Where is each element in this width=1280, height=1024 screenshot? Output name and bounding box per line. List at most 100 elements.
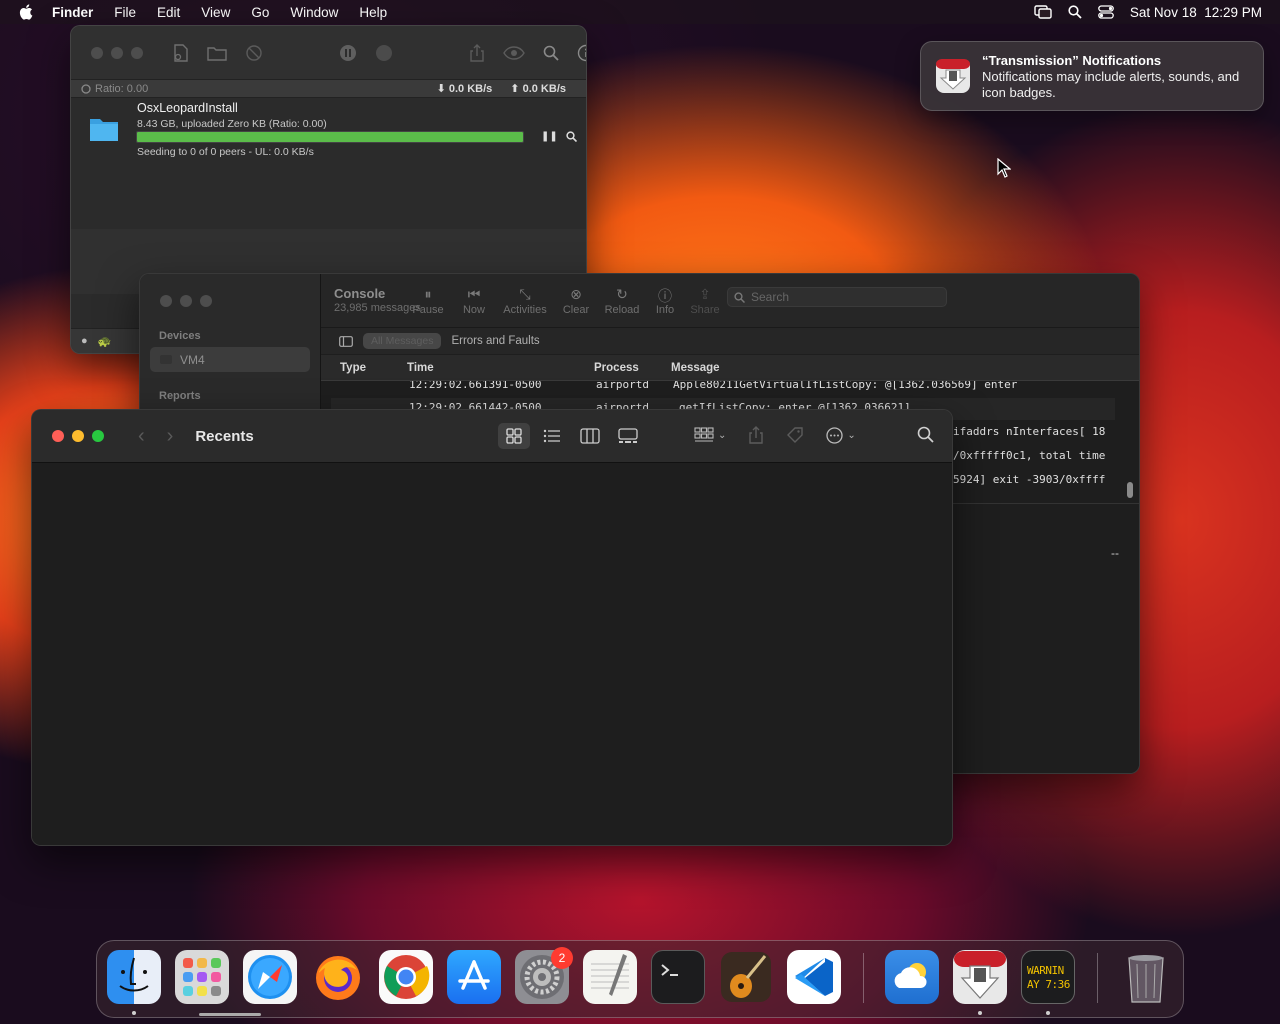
sidebar-item-vm4[interactable]: VM4 bbox=[150, 347, 310, 372]
zoom-button[interactable] bbox=[200, 295, 212, 307]
sidebar-toggle-icon[interactable] bbox=[339, 335, 353, 347]
resume-all-icon[interactable] bbox=[375, 44, 393, 62]
dock-visual-studio-code[interactable] bbox=[787, 950, 841, 1004]
menu-app-name[interactable]: Finder bbox=[52, 5, 93, 20]
dock-console[interactable]: WARNIN AY 7:36 bbox=[1021, 950, 1075, 1004]
activities-button[interactable]: ⤡ Activities bbox=[497, 286, 553, 316]
log-row-message[interactable]: ifaddrs nInterfaces[ 18 bbox=[953, 425, 1105, 438]
minimize-button[interactable] bbox=[111, 46, 123, 59]
gallery-view-button[interactable] bbox=[612, 423, 644, 449]
turtle-speed-limit-icon[interactable]: 🐢 bbox=[98, 335, 112, 348]
menu-help[interactable]: Help bbox=[359, 5, 387, 20]
share-icon[interactable] bbox=[748, 426, 764, 444]
log-scrollbar[interactable] bbox=[1127, 482, 1133, 498]
zoom-button[interactable] bbox=[92, 430, 104, 442]
zoom-button[interactable] bbox=[131, 46, 143, 59]
open-torrent-file-icon[interactable] bbox=[173, 43, 189, 62]
clear-label: Clear bbox=[562, 304, 590, 316]
torrent-status: Seeding to 0 of 0 peers - UL: 0.0 KB/s bbox=[137, 146, 314, 158]
dock-trash[interactable] bbox=[1119, 950, 1173, 1004]
info-icon[interactable] bbox=[577, 44, 587, 62]
console-search-field[interactable]: Search bbox=[727, 287, 947, 307]
menu-window[interactable]: Window bbox=[290, 5, 338, 20]
back-chevron-icon[interactable]: ‹ bbox=[138, 425, 145, 448]
notification-banner[interactable]: “Transmission” Notifications Notificatio… bbox=[920, 41, 1264, 111]
dock-transmission[interactable] bbox=[953, 950, 1007, 1004]
dock-weather[interactable] bbox=[885, 950, 939, 1004]
search-icon[interactable] bbox=[543, 45, 559, 61]
ratio-label[interactable]: Ratio: 0.00 bbox=[95, 83, 148, 95]
pause-button[interactable]: ⏸ Pause bbox=[405, 286, 451, 316]
group-by-button[interactable]: ⌄ bbox=[694, 426, 726, 444]
dock-launchpad[interactable] bbox=[175, 950, 229, 1004]
column-process[interactable]: Process bbox=[594, 362, 639, 374]
spotlight-search-icon[interactable] bbox=[1068, 5, 1082, 19]
menu-view[interactable]: View bbox=[201, 5, 230, 20]
dock-finder[interactable] bbox=[107, 950, 161, 1004]
column-view-button[interactable] bbox=[574, 423, 606, 449]
dock-garageband[interactable] bbox=[719, 950, 773, 1004]
clear-button[interactable]: ⊗ Clear bbox=[553, 286, 599, 316]
console-filter-bar: All Messages Errors and Faults bbox=[321, 327, 1139, 354]
guitar-icon bbox=[721, 952, 771, 1002]
finder-right-tools: ⌄ ⌄ bbox=[694, 426, 856, 444]
status-area: Sat Nov 18 12:29 PM bbox=[1034, 0, 1262, 24]
list-view-button[interactable] bbox=[536, 423, 568, 449]
dock-app-store[interactable] bbox=[447, 950, 501, 1004]
running-indicator bbox=[132, 1011, 136, 1015]
minimize-button[interactable] bbox=[180, 295, 192, 307]
filter-errors-and-faults[interactable]: Errors and Faults bbox=[451, 335, 539, 347]
log-row-message[interactable]: 5924] exit -3903/0xffff bbox=[953, 473, 1105, 486]
info-button[interactable]: ⓘ Info bbox=[645, 286, 685, 316]
remove-icon[interactable] bbox=[245, 44, 263, 62]
dock-firefox[interactable] bbox=[311, 950, 365, 1004]
column-type[interactable]: Type bbox=[340, 362, 366, 374]
menu-go[interactable]: Go bbox=[251, 5, 269, 20]
icon-view-button[interactable] bbox=[498, 423, 530, 449]
forward-chevron-icon[interactable]: › bbox=[167, 425, 174, 448]
dock-chrome[interactable] bbox=[379, 950, 433, 1004]
torrent-progress-fill bbox=[137, 132, 523, 142]
log-row-message[interactable]: /0xfffff0c1, total time bbox=[953, 449, 1105, 462]
reload-label: Reload bbox=[604, 304, 640, 316]
log-row-message[interactable]: Apple80211GetVirtualIfListCopy: @[1362.0… bbox=[673, 381, 1017, 391]
firefox-icon bbox=[316, 956, 360, 1000]
column-time[interactable]: Time bbox=[407, 362, 434, 374]
open-folder-icon[interactable] bbox=[207, 45, 227, 61]
menu-edit[interactable]: Edit bbox=[157, 5, 180, 20]
more-actions-button[interactable]: ⌄ bbox=[826, 426, 856, 444]
pause-all-icon[interactable] bbox=[339, 44, 357, 62]
column-message[interactable]: Message bbox=[671, 362, 720, 374]
share-icon[interactable] bbox=[469, 43, 485, 62]
reveal-torrent-icon[interactable] bbox=[566, 131, 577, 142]
log-row-process[interactable]: airportd bbox=[596, 381, 649, 391]
share-button[interactable]: ⇪ Share bbox=[685, 286, 725, 316]
console-icon-line: WARNIN bbox=[1027, 964, 1064, 977]
menu-file[interactable]: File bbox=[114, 5, 136, 20]
tag-icon[interactable] bbox=[786, 426, 804, 444]
menu-clock[interactable]: Sat Nov 18 12:29 PM bbox=[1130, 5, 1262, 20]
now-button[interactable]: ⏮ Now bbox=[451, 286, 497, 316]
dock-textedit[interactable] bbox=[583, 950, 637, 1004]
log-row-time[interactable]: 12:29:02.661391-0500 bbox=[409, 381, 541, 391]
action-menu-icon[interactable]: ● bbox=[81, 335, 88, 347]
reload-button[interactable]: ↻ Reload bbox=[599, 286, 645, 316]
torrent-row[interactable]: OsxLeopardInstall 8.43 GB, uploaded Zero… bbox=[71, 98, 586, 174]
minimize-button[interactable] bbox=[72, 430, 84, 442]
screen-mirroring-icon[interactable] bbox=[1034, 5, 1052, 19]
apple-menu-icon[interactable] bbox=[18, 3, 36, 21]
control-center-icon[interactable] bbox=[1098, 5, 1114, 19]
notification-title: “Transmission” Notifications bbox=[982, 53, 1162, 68]
finder-content-area[interactable] bbox=[32, 463, 952, 845]
close-button[interactable] bbox=[52, 430, 64, 442]
search-icon[interactable] bbox=[917, 426, 934, 443]
pause-torrent-icon[interactable]: ❚❚ bbox=[541, 131, 558, 142]
dock-terminal[interactable] bbox=[651, 950, 705, 1004]
filter-all-messages[interactable]: All Messages bbox=[363, 333, 442, 349]
dock-safari[interactable] bbox=[243, 950, 297, 1004]
close-button[interactable] bbox=[160, 295, 172, 307]
close-button[interactable] bbox=[91, 46, 103, 59]
upload-speed-value: 0.0 KB/s bbox=[522, 83, 566, 95]
mouse-pointer-icon bbox=[997, 158, 1011, 178]
quick-look-icon[interactable] bbox=[503, 45, 525, 60]
